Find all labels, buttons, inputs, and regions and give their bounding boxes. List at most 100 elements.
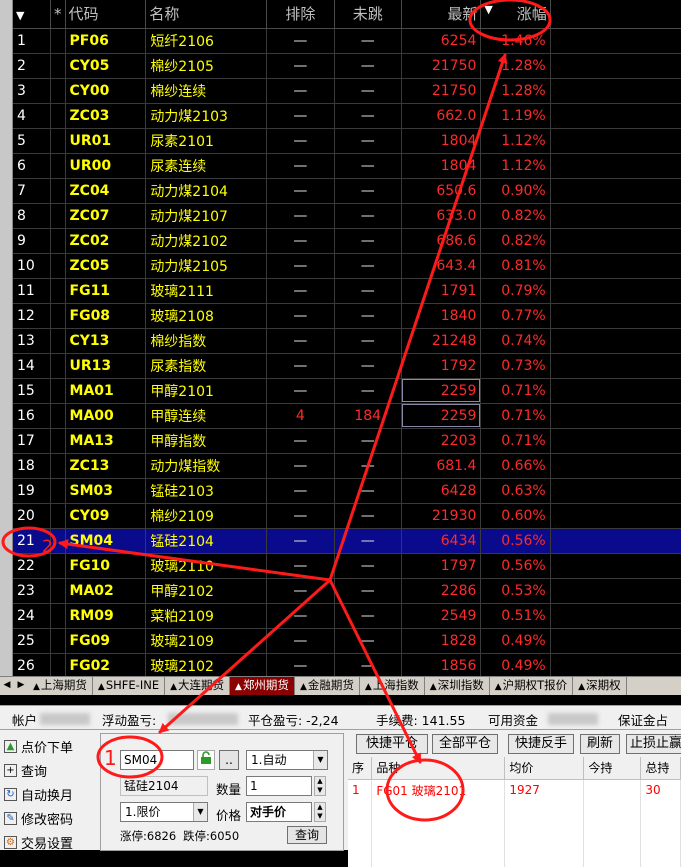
quote-row[interactable]: 14 UR13 尿素指数 — —1792 0.73% bbox=[13, 353, 681, 379]
sort-down-arrow-icon[interactable]: ▼ bbox=[16, 9, 24, 22]
quote-row[interactable]: 2 CY05 棉纱2105— —21750 1.28% bbox=[13, 53, 681, 79]
trade-menu-item[interactable]: ⚙ 交易设置 bbox=[4, 830, 96, 854]
header-last[interactable]: 最新 bbox=[401, 0, 482, 29]
price-input[interactable]: 对手价 bbox=[246, 802, 312, 822]
row-pai: — bbox=[266, 653, 335, 679]
quantity-stepper[interactable]: ▲ ▼ bbox=[314, 776, 326, 796]
market-tab[interactable]: ▲SHFE-INE bbox=[93, 677, 166, 695]
position-table: 序 品种 均价 今持 总持 1 FG01 玻璃2101 1927 30 bbox=[348, 757, 681, 867]
header-wei[interactable]: 未跳 bbox=[334, 0, 402, 29]
row-name: 尿素连续 bbox=[145, 153, 267, 179]
position-header-seq[interactable]: 序 bbox=[348, 757, 373, 780]
quote-row[interactable]: 4 ZC03 动力煤2103— —662.0 1.19% bbox=[13, 103, 681, 129]
quote-row[interactable]: 24 RM09 菜粕2109— —2549 0.51% bbox=[13, 603, 681, 629]
market-tab[interactable]: ▲上海指数 bbox=[360, 677, 425, 695]
quote-row[interactable]: 6 UR00 尿素连续 — —1804 1.12% bbox=[13, 153, 681, 179]
trade-menu-item[interactable]: ✎ 修改密码 bbox=[4, 806, 96, 830]
close-all-button[interactable]: 全部平仓 bbox=[432, 734, 498, 754]
header-code[interactable]: 代码 bbox=[65, 0, 147, 29]
position-header-today[interactable]: 今持 bbox=[583, 757, 642, 780]
quote-row[interactable]: 21 SM04 锰硅2104— —6434 0.56% bbox=[13, 528, 681, 554]
row-name: 棉纱连续 bbox=[145, 78, 267, 104]
row-fill bbox=[550, 153, 681, 179]
row-wei: — bbox=[334, 603, 402, 629]
quote-row[interactable]: 22 FG10 玻璃2110— —1797 0.56% bbox=[13, 553, 681, 579]
position-header-total[interactable]: 总持 bbox=[640, 757, 681, 780]
lock-icon[interactable] bbox=[197, 750, 215, 770]
market-tab[interactable]: ▲深圳指数 bbox=[425, 677, 490, 695]
row-wei: — bbox=[334, 278, 402, 304]
quote-body: 1 PF06 短纤2106— —6254 1.46% 2 CY05 棉纱2105— —21750… bbox=[13, 28, 681, 679]
quote-row[interactable]: 18 ZC13 动力煤指数 — —681.4 0.66% bbox=[13, 453, 681, 479]
row-name: 尿素指数 bbox=[145, 353, 267, 379]
quote-row[interactable]: 7 ZC04 动力煤2104— —650.6 0.90% bbox=[13, 178, 681, 204]
quote-row[interactable]: 11 FG11 玻璃2111— —1791 0.79% bbox=[13, 278, 681, 304]
price-type-select[interactable]: 1.限价 ▼ bbox=[120, 802, 208, 822]
refresh-button[interactable]: 刷新 bbox=[580, 734, 620, 754]
quote-row[interactable]: 25 FG09 玻璃2109— —1828 0.49% bbox=[13, 628, 681, 654]
open-close-mode-select[interactable]: 1.自动 ▼ bbox=[246, 750, 328, 770]
trade-menu-item[interactable]: + 查询 bbox=[4, 758, 96, 782]
browse-button[interactable]: .. bbox=[219, 750, 239, 770]
row-last: 650.6 bbox=[401, 178, 482, 204]
market-tab[interactable]: ▲上海期货 bbox=[28, 677, 93, 695]
quote-row[interactable]: 19 SM03 锰硅2103— —6428 0.63% bbox=[13, 478, 681, 504]
header-change[interactable]: ▼ 涨幅 bbox=[480, 0, 551, 29]
row-index: 22 bbox=[13, 553, 52, 579]
quick-close-button[interactable]: 快捷平仓 bbox=[356, 734, 428, 754]
market-tab[interactable]: ▲金融期货 bbox=[295, 677, 360, 695]
query-button[interactable]: 查询 bbox=[287, 826, 327, 844]
quantity-input[interactable]: 1 bbox=[246, 776, 312, 796]
quote-row[interactable]: 8 ZC07 动力煤2107— —633.0 0.82% bbox=[13, 203, 681, 229]
close-pnl-label: 平仓盈亏: -2,24 bbox=[248, 713, 339, 728]
row-pai: — bbox=[266, 253, 335, 279]
market-tab[interactable]: ▲大连期货 bbox=[165, 677, 231, 695]
quote-row[interactable]: 20 CY09 棉纱2109— —21930 0.60% bbox=[13, 503, 681, 529]
header-pai[interactable]: 排除 bbox=[266, 0, 335, 29]
row-wei: — bbox=[334, 103, 402, 129]
row-code: FG09 bbox=[65, 628, 147, 654]
market-tab[interactable]: ▲深期权 bbox=[573, 677, 627, 695]
position-header-symbol[interactable]: 品种 bbox=[371, 757, 506, 780]
tab-scroll-left-icon[interactable]: ◀ bbox=[0, 677, 14, 694]
quote-row[interactable]: 5 UR01 尿素2101— —1804 1.12% bbox=[13, 128, 681, 154]
market-tab[interactable]: ▲沪期权T报价 bbox=[490, 677, 574, 695]
quote-row[interactable]: 10 ZC05 动力煤2105— —643.4 0.81% bbox=[13, 253, 681, 279]
quote-row[interactable]: 15 MA01 甲醇2101— —2259 0.71% bbox=[13, 378, 681, 404]
quote-row[interactable]: 3 CY00 棉纱连续 — —21750 1.28% bbox=[13, 78, 681, 104]
row-index: 19 bbox=[13, 478, 52, 504]
contract-code-input[interactable]: SM04 bbox=[120, 750, 194, 770]
quote-row[interactable]: 13 CY13 棉纱指数 — —21248 0.74% bbox=[13, 328, 681, 354]
quote-row[interactable]: 16 MA00 甲醇连续 4 184 2259 0.71% bbox=[13, 403, 681, 429]
trade-panel: ▲ 点价下单 + 查询 ↻ 自动换月 ✎ 修改密码 ⚙ 交易设置 SM04 .. 1.自动 ▼ 锰硅… bbox=[0, 729, 681, 867]
tab-triangle-icon: ▲ bbox=[170, 682, 178, 692]
quote-header-row: ▼ * 代码 名称 排除 未跳 最新 ▼ 涨幅 bbox=[13, 0, 681, 29]
trade-menu-item[interactable]: ↻ 自动换月 bbox=[4, 782, 96, 806]
left-scroll-strip[interactable] bbox=[0, 0, 13, 676]
quote-row[interactable]: 23 MA02 甲醇2102— —2286 0.53% bbox=[13, 578, 681, 604]
position-empty-cell bbox=[348, 823, 373, 845]
quote-row[interactable]: 9 ZC02 动力煤2102— —686.6 0.82% bbox=[13, 228, 681, 254]
header-sort-arrow[interactable]: ▼ bbox=[13, 0, 52, 29]
stop-loss-button[interactable]: 止损止赢 bbox=[626, 734, 681, 754]
row-last: 686.6 bbox=[401, 228, 482, 254]
trade-menu-item[interactable]: ▲ 点价下单 bbox=[4, 734, 96, 758]
header-star[interactable]: * bbox=[50, 0, 66, 29]
row-index: 17 bbox=[13, 428, 52, 454]
quote-row[interactable]: 26 FG02 玻璃2102— —1856 0.49% bbox=[13, 653, 681, 679]
row-change: 1.19% bbox=[480, 103, 551, 129]
price-stepper[interactable]: ▲ ▼ bbox=[314, 802, 326, 822]
row-wei: — bbox=[334, 628, 402, 654]
quote-row[interactable]: 12 FG08 玻璃2108— —1840 0.77% bbox=[13, 303, 681, 329]
quote-row[interactable]: 1 PF06 短纤2106— —6254 1.46% bbox=[13, 28, 681, 54]
quick-reverse-button[interactable]: 快捷反手 bbox=[508, 734, 574, 754]
quote-row[interactable]: 17 MA13 甲醇指数 — —2203 0.71% bbox=[13, 428, 681, 454]
header-name[interactable]: 名称 bbox=[145, 0, 267, 29]
row-wei: — bbox=[334, 328, 402, 354]
tab-scroll-right-icon[interactable]: ▶ bbox=[14, 677, 28, 694]
row-code: FG02 bbox=[65, 653, 147, 679]
row-name: 锰硅2103 bbox=[145, 478, 267, 504]
position-header-avg[interactable]: 均价 bbox=[504, 757, 585, 780]
position-row[interactable]: 1 FG01 玻璃2101 1927 30 bbox=[348, 779, 681, 801]
market-tab[interactable]: ▲郑州期货 bbox=[230, 677, 295, 695]
